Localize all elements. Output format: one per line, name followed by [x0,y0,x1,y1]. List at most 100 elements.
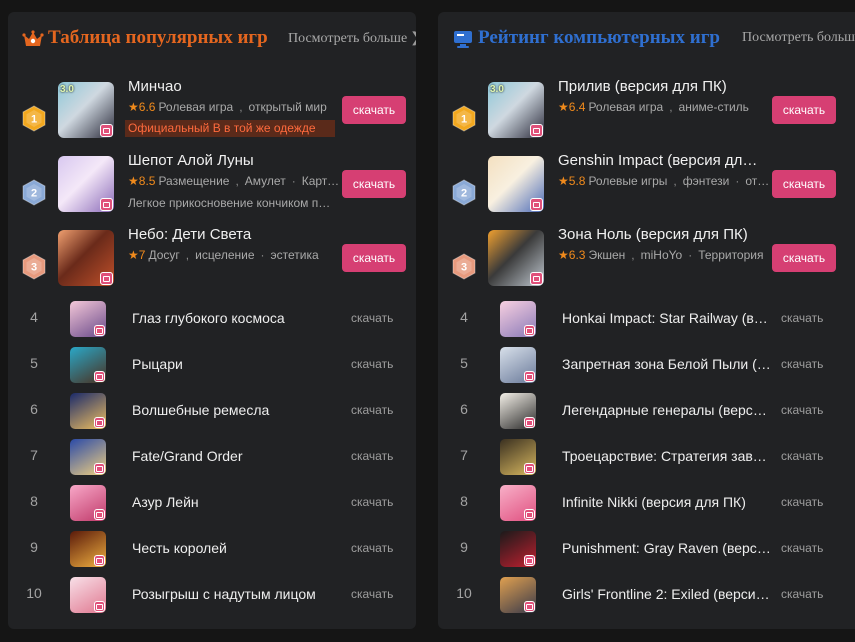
top-game-row[interactable]: 1 3.0 Прилив (версия для ПК) ★6.4 Ролевая иг… [438,78,855,156]
game-title[interactable]: Запретная зона Белой Пыли (версия для ПК… [562,356,772,372]
game-cover[interactable] [500,393,536,429]
game-cover[interactable] [488,156,544,212]
download-button[interactable]: скачать [342,96,406,124]
game-meta: ★7 Досуг, исцеление · эстетика [128,248,340,262]
separator: · [688,248,693,262]
game-cover[interactable]: 3.0 [488,82,544,138]
game-tag: Территория [698,248,764,262]
download-link[interactable]: скачать [781,311,823,325]
game-cover[interactable] [500,347,536,383]
game-title[interactable]: Глаз глубокого космоса [132,310,342,326]
top-game-row[interactable]: 2 Шепот Алой Луны ★8.5 Размещение, Амулет · Ка… [8,152,416,230]
game-cover[interactable] [500,301,536,337]
download-link[interactable]: скачать [781,403,823,417]
star-icon: ★ [558,248,569,262]
game-title[interactable]: Троецарствие: Стратегия завоевания [562,448,772,464]
see-more-link[interactable]: Посмотреть больше [742,30,855,46]
download-link[interactable]: скачать [351,357,393,371]
game-title[interactable]: Рыцари [132,356,342,372]
game-cover[interactable] [70,301,106,337]
list-game-row[interactable]: 7 Fate/Grand Order скачать [8,434,416,480]
tv-icon [524,463,535,474]
list-game-row[interactable]: 5 Рыцари скачать [8,342,416,388]
game-title[interactable]: Прилив (версия для ПК) [558,78,758,95]
top-game-row[interactable]: 3 Небо: Дети Света ★7 Досуг, исцеление · эстет… [8,226,416,304]
download-button[interactable]: скачать [342,170,406,198]
game-cover[interactable] [70,485,106,521]
game-tag: miHoYo [640,248,683,262]
download-link[interactable]: скачать [781,357,823,371]
panel-title: Таблица популярных игр [48,27,268,48]
game-cover[interactable] [70,439,106,475]
list-game-row[interactable]: 6 Легендарные генералы (версия для ПК) ска… [438,388,855,434]
download-button[interactable]: скачать [772,170,836,198]
tv-icon [94,555,105,566]
download-link[interactable]: скачать [781,449,823,463]
list-game-row[interactable]: 6 Волшебные ремесла скачать [8,388,416,434]
game-cover[interactable] [70,577,106,613]
list-game-row[interactable]: 10 Girls' Frontline 2: Exiled (версия для… [438,572,855,618]
separator: , [239,100,243,114]
download-button[interactable]: скачать [772,96,836,124]
list-game-row[interactable]: 5 Запретная зона Белой Пыли (версия для П… [438,342,855,388]
list-game-row[interactable]: 8 Азур Лейн скачать [8,480,416,526]
game-title[interactable]: Честь королей [132,540,342,556]
rank-number: 10 [26,585,42,601]
game-cover[interactable] [70,393,106,429]
version-badge: 3.0 [490,84,504,95]
game-title[interactable]: Розыгрыш с надутым лицом [132,586,342,602]
download-link[interactable]: скачать [781,587,823,601]
download-link[interactable]: скачать [781,495,823,509]
download-link[interactable]: скачать [351,587,393,601]
list-game-row[interactable]: 8 Infinite Nikki (версия для ПК) скачать [438,480,855,526]
download-link[interactable]: скачать [351,403,393,417]
download-button[interactable]: скачать [342,244,406,272]
game-title[interactable]: Азур Лейн [132,494,342,510]
game-title[interactable]: Girls' Frontline 2: Exiled (версия для П… [562,586,772,602]
game-genre: Экшен [588,248,626,262]
download-link[interactable]: скачать [781,541,823,555]
download-link[interactable]: скачать [351,311,393,325]
tv-icon [100,124,113,137]
download-link[interactable]: скачать [351,541,393,555]
game-cover[interactable] [70,347,106,383]
download-button[interactable]: скачать [772,244,836,272]
game-cover[interactable] [500,531,536,567]
game-title[interactable]: Минчао [128,78,328,95]
game-title[interactable]: Зона Ноль (версия для ПК) [558,226,758,243]
top-game-row[interactable]: 1 3.0 Минчао ★6.6 Ролевая игра, открытый мир О… [8,78,416,156]
game-cover[interactable] [58,230,114,286]
list-game-row[interactable]: 9 Punishment: Gray Raven (версия для ПК) с… [438,526,855,572]
game-cover[interactable] [500,485,536,521]
game-tag: открытый [745,174,770,188]
game-cover[interactable] [500,439,536,475]
list-game-row[interactable]: 4 Honkai Impact: Star Railway (версия для… [438,296,855,342]
game-meta: ★6.6 Ролевая игра, открытый мир [128,100,340,114]
download-link[interactable]: скачать [351,449,393,463]
game-title[interactable]: Небо: Дети Света [128,226,328,243]
top-game-row[interactable]: 3 Зона Ноль (версия для ПК) ★6.3 Экшен, miHo… [438,226,855,304]
game-cover[interactable] [70,531,106,567]
game-title[interactable]: Infinite Nikki (версия для ПК) [562,494,772,510]
game-title[interactable]: Honkai Impact: Star Railway (версия для … [562,310,772,326]
download-link[interactable]: скачать [351,495,393,509]
list-game-row[interactable]: 7 Троецарствие: Стратегия завоевания скача… [438,434,855,480]
list-game-row[interactable]: 10 Розыгрыш с надутым лицом скачать [8,572,416,618]
tv-icon [524,325,535,336]
list-game-row[interactable]: 9 Честь королей скачать [8,526,416,572]
game-cover[interactable] [58,156,114,212]
game-cover[interactable] [500,577,536,613]
top-game-row[interactable]: 2 Genshin Impact (версия для ПК) ★5.8 Ролев… [438,152,855,230]
game-cover[interactable]: 3.0 [58,82,114,138]
game-title[interactable]: Шепот Алой Луны [128,152,328,169]
game-cover[interactable] [488,230,544,286]
game-title[interactable]: Fate/Grand Order [132,448,342,464]
game-title[interactable]: Genshin Impact (версия для ПК) [558,152,758,169]
game-title[interactable]: Легендарные генералы (версия для ПК) [562,402,772,418]
game-title[interactable]: Волшебные ремесла [132,402,342,418]
see-more-link[interactable]: Посмотреть больше❯ [288,30,416,47]
game-title[interactable]: Punishment: Gray Raven (версия для ПК) [562,540,772,556]
game-genre: Ролевая игра [158,100,234,114]
tv-icon [94,417,105,428]
list-game-row[interactable]: 4 Глаз глубокого космоса скачать [8,296,416,342]
